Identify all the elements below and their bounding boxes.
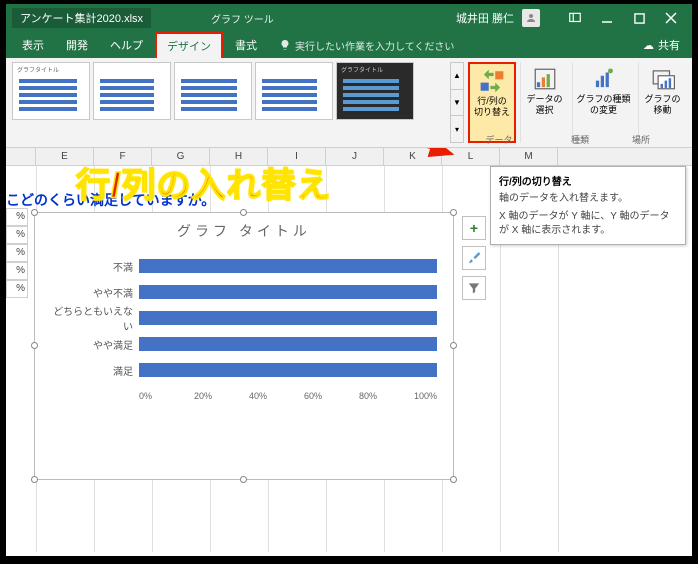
chart-styles-button[interactable]: [462, 246, 486, 270]
change-chart-type-button[interactable]: グラフの種類 の変更: [572, 62, 634, 143]
tab-design[interactable]: デザイン: [155, 32, 223, 58]
ribbon: グラフタイトル グラフタイトル ▲ ▼ ▾ 行/列の 切り替え データの 選択 …: [6, 58, 692, 148]
col-header[interactable]: J: [326, 148, 384, 165]
move-chart-icon: [650, 66, 676, 92]
tooltip-title: 行/列の切り替え: [499, 173, 677, 188]
annotation-text: 行/列の入れ替え: [76, 158, 331, 207]
bar-label: やや満足: [51, 337, 139, 352]
filename: アンケート集計2020.xlsx: [12, 8, 151, 28]
share-button[interactable]: ☁共有: [637, 35, 686, 55]
chart-style-thumb[interactable]: [174, 62, 252, 120]
bar-label: どちらともいえない: [51, 303, 139, 333]
chart-style-thumb[interactable]: グラフタイトル: [12, 62, 90, 120]
move-chart-button[interactable]: グラフの 移動: [638, 62, 686, 143]
chart-style-thumb[interactable]: [255, 62, 333, 120]
ribbon-options-icon[interactable]: [560, 8, 590, 28]
gallery-up-icon[interactable]: ▲: [451, 63, 463, 90]
tab-developer[interactable]: 開発: [56, 33, 98, 57]
ribbon-group-type: 種類: [550, 133, 610, 146]
bar-label: 満足: [51, 363, 139, 378]
tooltip: 行/列の切り替え 軸のデータを入れ替えます。 X 軸のデータが Y 軸に、Y 軸…: [490, 166, 686, 245]
user-avatar-icon[interactable]: [522, 9, 540, 27]
cell[interactable]: %: [6, 280, 28, 298]
chart-styles-gallery[interactable]: グラフタイトル グラフタイトル: [12, 62, 446, 143]
chart-object[interactable]: グラフ タイトル 不満 やや不満 どちらともいえない やや満足 満足 0% 20…: [34, 212, 454, 480]
col-header[interactable]: L: [442, 148, 500, 165]
worksheet[interactable]: E F G H I J K L M こどのくらい満足していますか。 % %: [6, 148, 692, 552]
cell[interactable]: %: [6, 244, 28, 262]
change-type-icon: [591, 66, 617, 92]
cell[interactable]: %: [6, 208, 28, 226]
col-header[interactable]: M: [500, 148, 558, 165]
close-icon[interactable]: [656, 8, 686, 28]
titlebar: アンケート集計2020.xlsx グラフ ツール 城井田 勝仁: [6, 4, 692, 32]
tool-tab-label: グラフ ツール: [211, 11, 274, 26]
switch-rowcol-icon: [479, 68, 505, 94]
tab-help[interactable]: ヘルプ: [100, 33, 153, 57]
bar: [139, 311, 437, 325]
bar-label: 不満: [51, 259, 139, 274]
maximize-icon[interactable]: [624, 8, 654, 28]
chart-elements-button[interactable]: +: [462, 216, 486, 240]
gallery-down-icon[interactable]: ▼: [451, 90, 463, 117]
menubar: 表示 開発 ヘルプ デザイン 書式 実行したい作業を入力してください ☁共有: [6, 32, 692, 58]
brush-icon: [467, 251, 481, 265]
bar: [139, 285, 437, 299]
select-data-icon: [532, 66, 558, 92]
ribbon-group-data: データ: [454, 133, 544, 146]
chart-style-thumb[interactable]: グラフタイトル: [336, 62, 414, 120]
funnel-icon: [467, 281, 481, 295]
lightbulb-icon: [279, 39, 291, 51]
switch-row-column-button[interactable]: 行/列の 切り替え: [468, 62, 516, 143]
percent-column: % % % % %: [6, 208, 28, 298]
ribbon-group-location: 場所: [616, 133, 666, 146]
chart-title[interactable]: グラフ タイトル: [35, 213, 453, 249]
bar: [139, 337, 437, 351]
cell[interactable]: %: [6, 226, 28, 244]
col-header[interactable]: K: [384, 148, 442, 165]
chart-plot-area[interactable]: 不満 やや不満 どちらともいえない やや満足 満足: [35, 249, 453, 383]
username: 城井田 勝仁: [456, 10, 514, 26]
chart-style-thumb[interactable]: [93, 62, 171, 120]
cell[interactable]: %: [6, 262, 28, 280]
chart-filter-button[interactable]: [462, 276, 486, 300]
bar: [139, 259, 437, 273]
tab-view[interactable]: 表示: [12, 33, 54, 57]
tell-me[interactable]: 実行したい作業を入力してください: [279, 38, 454, 53]
minimize-icon[interactable]: [592, 8, 622, 28]
bar-label: やや不満: [51, 285, 139, 300]
bar: [139, 363, 437, 377]
tab-format[interactable]: 書式: [225, 33, 267, 57]
select-data-button[interactable]: データの 選択: [520, 62, 568, 143]
chart-x-axis: 0% 20% 40% 60% 80% 100%: [35, 391, 453, 401]
